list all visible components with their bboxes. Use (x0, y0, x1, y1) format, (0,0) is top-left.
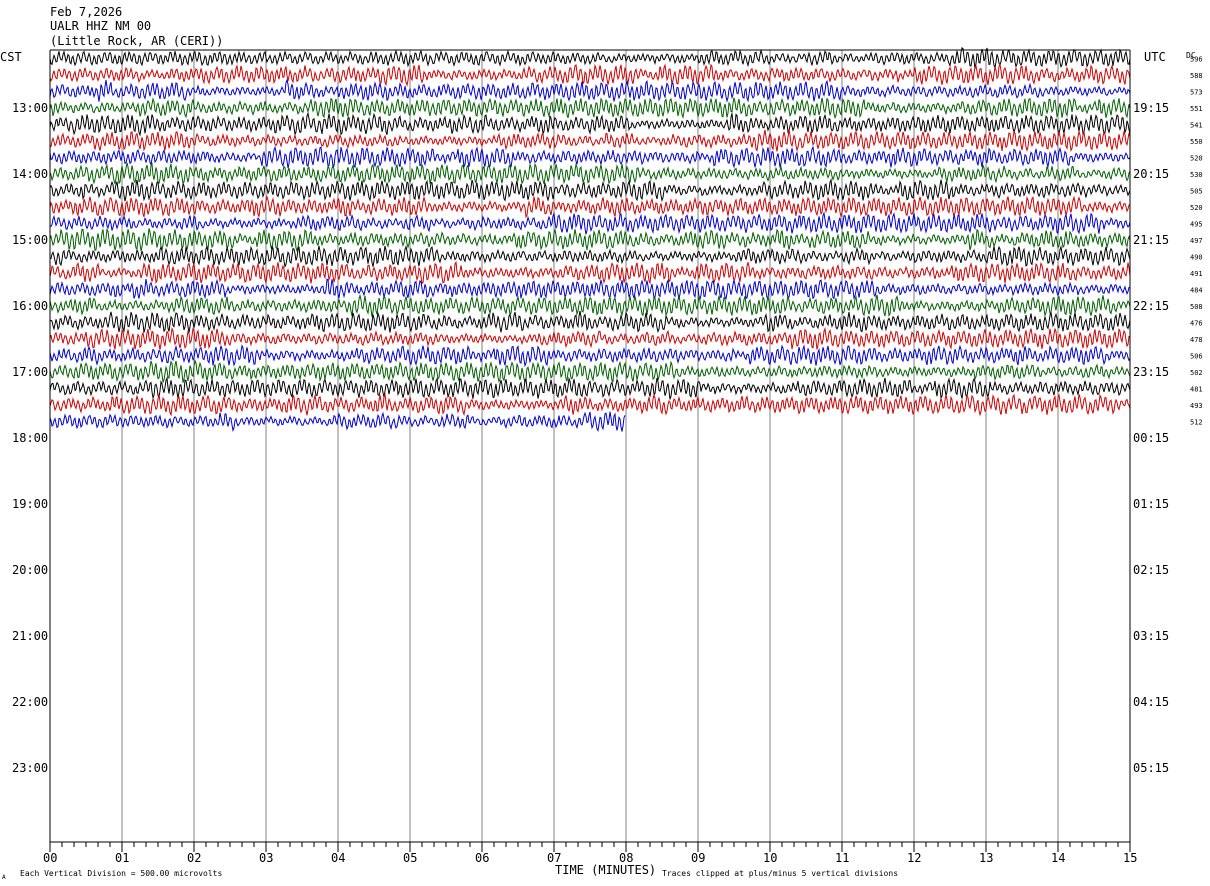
x-tick-label: 01 (115, 851, 129, 865)
x-tick-label: 00 (43, 851, 57, 865)
seismic-trace (49, 145, 1131, 169)
dc-value-label: 491 (1190, 270, 1203, 278)
x-tick-label: 10 (763, 851, 777, 865)
right-hour-label: 05:15 (1133, 761, 1169, 775)
minute-grid (121, 50, 1059, 842)
dc-value-label: 520 (1190, 204, 1203, 212)
dc-value-label: 508 (1190, 303, 1203, 311)
left-hour-label: 15:00 (12, 233, 48, 247)
dc-value-label: 476 (1190, 319, 1203, 327)
left-hour-label: 20:00 (12, 563, 48, 577)
left-hour-label: 22:00 (12, 695, 48, 709)
seismic-trace (49, 111, 1131, 137)
left-hour-label: 19:00 (12, 497, 48, 511)
seismic-trace (49, 177, 1131, 203)
dc-value-label: 512 (1190, 418, 1203, 426)
x-tick-label: 06 (475, 851, 489, 865)
dc-value-label: 550 (1190, 138, 1203, 146)
dc-value-label: 505 (1190, 187, 1203, 195)
right-timezone-label: UTC (1144, 50, 1166, 64)
x-tick-label: 08 (619, 851, 633, 865)
vertical-division-note: Each Vertical Division = 500.00 microvol… (20, 869, 222, 878)
dc-value-label: 551 (1190, 105, 1203, 113)
dc-value-label: 490 (1190, 253, 1203, 261)
right-hour-label: 19:15 (1133, 101, 1169, 115)
helicorder-plot: Feb 7,2026 UALR HHZ NM 00 (Little Rock, … (0, 5, 1203, 881)
seismic-trace (49, 326, 1131, 350)
dc-value-label: 530 (1190, 171, 1203, 179)
right-hour-label: 23:15 (1133, 365, 1169, 379)
left-hour-label: 21:00 (12, 629, 48, 643)
seismic-trace (49, 63, 1131, 87)
labels: Feb 7,2026 UALR HHZ NM 00 (Little Rock, … (0, 5, 1196, 881)
dc-value-label: 541 (1190, 121, 1203, 129)
left-hour-label: 13:00 (12, 101, 48, 115)
seismic-trace (49, 310, 1131, 334)
seismic-trace (49, 78, 1131, 103)
x-tick-label: 15 (1123, 851, 1137, 865)
header-location: (Little Rock, AR (CERI)) (50, 34, 223, 48)
left-hour-label: 18:00 (12, 431, 48, 445)
x-tick-label: 13 (979, 851, 993, 865)
dc-value-label: 493 (1190, 402, 1203, 410)
x-tick-label: 14 (1051, 851, 1065, 865)
x-tick-label: 05 (403, 851, 417, 865)
right-hour-label: 01:15 (1133, 497, 1169, 511)
corner-mark: A (2, 874, 6, 881)
dc-value-label: 502 (1190, 369, 1203, 377)
left-hour-label: 23:00 (12, 761, 48, 775)
seismic-trace (49, 244, 1131, 269)
right-hour-label: 20:15 (1133, 167, 1169, 181)
x-tick-label: 11 (835, 851, 849, 865)
seismic-traces (49, 46, 1131, 433)
dc-value-label: 588 (1190, 72, 1203, 80)
seismic-trace (49, 46, 1131, 70)
left-hour-label: 17:00 (12, 365, 48, 379)
dc-value-label: 497 (1190, 237, 1203, 245)
right-hour-label: 04:15 (1133, 695, 1169, 709)
right-hour-label: 02:15 (1133, 563, 1169, 577)
x-tick-label: 12 (907, 851, 921, 865)
dc-value-label: 478 (1190, 336, 1203, 344)
x-tick-label: 09 (691, 851, 705, 865)
seismic-trace (49, 260, 1131, 285)
right-hour-label: 03:15 (1133, 629, 1169, 643)
x-tick-label: 02 (187, 851, 201, 865)
x-tick-label: 07 (547, 851, 561, 865)
seismic-trace (49, 376, 1131, 400)
dc-value-label: 520 (1190, 154, 1203, 162)
dc-value-label: 484 (1190, 286, 1203, 294)
seismic-trace (49, 293, 1131, 318)
dc-value-label: 596 (1190, 55, 1203, 63)
x-tick-label: 04 (331, 851, 345, 865)
left-timezone-label: CST (0, 50, 22, 64)
header-date: Feb 7,2026 (50, 5, 122, 19)
dc-value-label: 506 (1190, 352, 1203, 360)
header-station: UALR HHZ NM 00 (50, 19, 151, 33)
seismic-trace (49, 194, 1131, 219)
axis-labels: 00 01 02 03 04 05 06 07 08 09 10 11 12 13 14 15 13:00 19:… (12, 55, 1203, 865)
dc-value-label: 495 (1190, 220, 1203, 228)
seismic-trace (49, 162, 1131, 185)
right-hour-label: 21:15 (1133, 233, 1169, 247)
left-hour-label: 14:00 (12, 167, 48, 181)
clipping-note: Traces clipped at plus/minus 5 vertical … (662, 869, 898, 878)
seismic-trace (49, 227, 1131, 253)
dc-value-label: 573 (1190, 88, 1203, 96)
seismic-trace (49, 344, 1131, 368)
right-hour-label: 22:15 (1133, 299, 1169, 313)
seismic-trace (49, 211, 1131, 235)
seismic-trace (49, 97, 1131, 120)
right-hour-label: 00:15 (1133, 431, 1169, 445)
x-axis-label: TIME (MINUTES) (555, 863, 656, 877)
dc-value-label: 481 (1190, 385, 1203, 393)
x-tick-label: 03 (259, 851, 273, 865)
left-hour-label: 16:00 (12, 299, 48, 313)
seismic-trace (49, 278, 1131, 301)
